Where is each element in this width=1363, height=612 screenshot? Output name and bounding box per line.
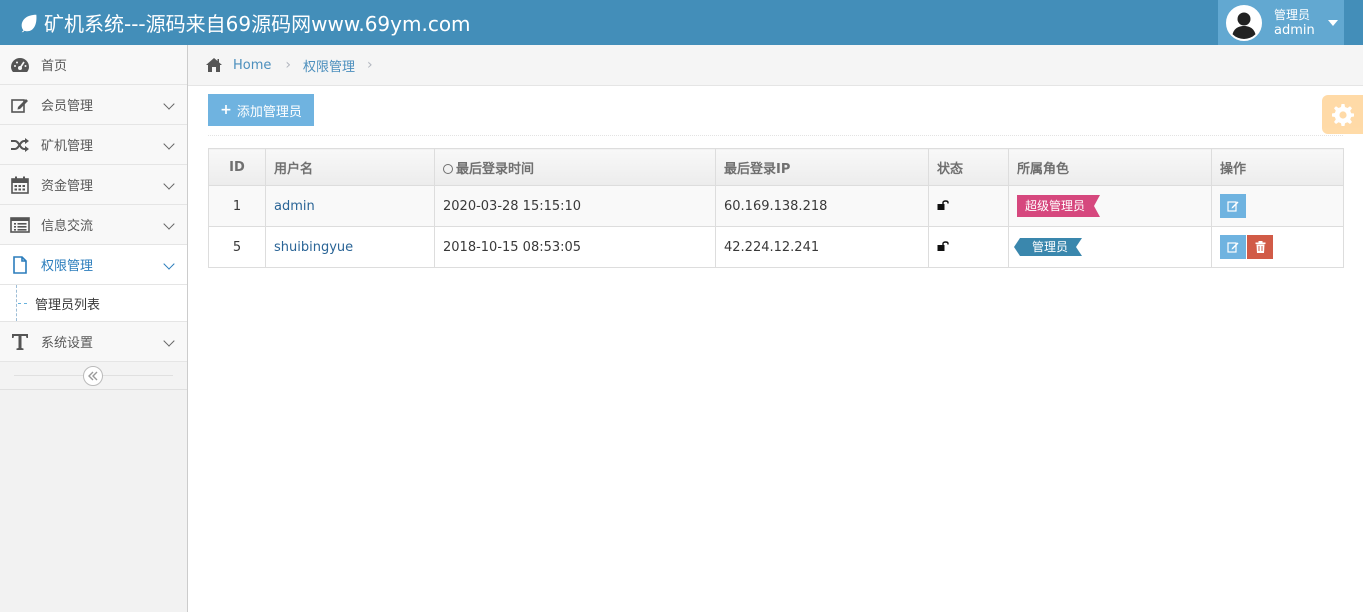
chevron-down-icon bbox=[163, 335, 175, 347]
cell-ip: 42.224.12.241 bbox=[715, 226, 929, 268]
cell-actions bbox=[1211, 185, 1344, 227]
sidebar-collapse-bar bbox=[0, 362, 187, 390]
add-admin-button[interactable]: + 添加管理员 bbox=[208, 94, 314, 126]
tree-branch bbox=[18, 303, 27, 304]
sidebar-item-home[interactable]: 首页 bbox=[0, 45, 187, 85]
user-menu[interactable]: 管理员 admin bbox=[1218, 0, 1344, 45]
sidebar-item-funds[interactable]: 资金管理 bbox=[0, 165, 187, 205]
sidebar-item-permissions[interactable]: 权限管理 bbox=[0, 245, 187, 285]
role-badge-admin: 管理员 bbox=[1013, 238, 1083, 256]
column-header-ip[interactable]: 最后登录IP bbox=[715, 148, 929, 186]
edit-icon bbox=[1227, 201, 1239, 212]
chevron-down-icon bbox=[163, 98, 175, 110]
edit-icon bbox=[1227, 242, 1239, 253]
user-avatar-icon bbox=[1226, 4, 1262, 41]
sidebar-item-members[interactable]: 会员管理 bbox=[0, 85, 187, 125]
list-alt-icon bbox=[10, 215, 30, 235]
user-name: admin bbox=[1274, 22, 1315, 38]
chevron-down-icon bbox=[163, 258, 175, 270]
username-link[interactable]: shuibingyue bbox=[274, 240, 353, 255]
plus-icon: + bbox=[220, 102, 232, 118]
home-icon[interactable] bbox=[205, 57, 223, 73]
table-header-row: ID 用户名 最后登录时间 最后登录IP 状态 所属角色 操作 bbox=[208, 148, 1344, 186]
gear-icon bbox=[1331, 103, 1354, 126]
text-icon bbox=[10, 332, 30, 352]
column-header-last-login-label: 最后登录时间 bbox=[456, 161, 535, 177]
sidebar-item-settings[interactable]: 系统设置 bbox=[0, 322, 187, 362]
cell-role: 超级管理员 bbox=[1008, 185, 1212, 227]
leaf-icon bbox=[21, 14, 37, 32]
sidebar-item-label: 权限管理 bbox=[41, 259, 94, 274]
breadcrumb-separator: › bbox=[285, 57, 291, 73]
chevron-down-icon bbox=[163, 218, 175, 230]
breadcrumb: Home › 权限管理 › bbox=[188, 45, 1363, 86]
caret-down-icon bbox=[1327, 19, 1338, 26]
settings-gear-button[interactable] bbox=[1322, 95, 1363, 134]
calendar-icon bbox=[10, 175, 30, 195]
unlock-icon[interactable] bbox=[937, 199, 949, 210]
column-header-actions: 操作 bbox=[1211, 148, 1344, 186]
cell-id: 5 bbox=[208, 226, 266, 268]
random-icon bbox=[10, 135, 30, 155]
brand[interactable]: 矿机系统---源码来自69源码网www.69ym.com bbox=[18, 0, 471, 45]
double-angle-left-icon[interactable] bbox=[83, 366, 103, 386]
cell-id: 1 bbox=[208, 185, 266, 227]
sidebar-item-messages[interactable]: 信息交流 bbox=[0, 205, 187, 245]
breadcrumb-home[interactable]: Home bbox=[233, 58, 271, 73]
edit-button[interactable] bbox=[1220, 194, 1246, 218]
file-icon bbox=[10, 255, 30, 275]
column-header-role[interactable]: 所属角色 bbox=[1008, 148, 1212, 186]
column-header-status[interactable]: 状态 bbox=[928, 148, 1009, 186]
admin-table: ID 用户名 最后登录时间 最后登录IP 状态 所属角色 操作 1 admin … bbox=[208, 148, 1344, 268]
cell-actions bbox=[1211, 226, 1344, 268]
chevron-down-icon bbox=[163, 178, 175, 190]
cell-status bbox=[928, 226, 1009, 268]
edit-icon bbox=[10, 95, 30, 115]
column-header-last-login[interactable]: 最后登录时间 bbox=[434, 148, 716, 186]
cell-last-login: 2020-03-28 15:15:10 bbox=[434, 185, 716, 227]
sidebar-subitem-label: 管理员列表 bbox=[35, 297, 101, 313]
cell-username: shuibingyue bbox=[265, 226, 435, 268]
table-row: 5 shuibingyue 2018-10-15 08:53:05 42.224… bbox=[208, 226, 1344, 268]
cell-last-login: 2018-10-15 08:53:05 bbox=[434, 226, 716, 268]
table-row: 1 admin 2020-03-28 15:15:10 60.169.138.2… bbox=[208, 185, 1344, 227]
tachometer-icon bbox=[10, 55, 30, 75]
sidebar-item-label: 会员管理 bbox=[41, 99, 94, 114]
user-role: 管理员 bbox=[1274, 7, 1311, 22]
cell-ip: 60.169.138.218 bbox=[715, 185, 929, 227]
sidebar-item-label: 系统设置 bbox=[41, 336, 94, 351]
sidebar-item-label: 矿机管理 bbox=[41, 139, 94, 154]
sidebar-item-miners[interactable]: 矿机管理 bbox=[0, 125, 187, 165]
sidebar-item-label: 信息交流 bbox=[41, 219, 94, 234]
divider bbox=[208, 135, 1343, 136]
top-navbar: 矿机系统---源码来自69源码网www.69ym.com 管理员 admin bbox=[0, 0, 1363, 45]
breadcrumb-separator: › bbox=[367, 57, 373, 73]
sidebar-subitem-admin-list[interactable]: 管理员列表 bbox=[0, 285, 187, 322]
column-header-username[interactable]: 用户名 bbox=[265, 148, 435, 186]
delete-button[interactable] bbox=[1247, 235, 1273, 259]
add-admin-label: 添加管理员 bbox=[236, 104, 302, 120]
sidebar: 首页 会员管理 矿机管理 资金管理 信息交流 权限管理 管理员列表 系统设置 bbox=[0, 45, 188, 612]
chevron-down-icon bbox=[163, 138, 175, 150]
sidebar-item-label: 资金管理 bbox=[41, 179, 94, 194]
cell-role: 管理员 bbox=[1008, 226, 1212, 268]
user-info: 管理员 admin bbox=[1274, 8, 1315, 38]
breadcrumb-current[interactable]: 权限管理 bbox=[303, 56, 355, 75]
tree-line bbox=[16, 285, 17, 321]
clock-icon bbox=[443, 163, 453, 174]
sidebar-item-label: 首页 bbox=[41, 59, 68, 74]
trash-icon bbox=[1255, 241, 1265, 253]
unlock-icon[interactable] bbox=[937, 240, 949, 251]
column-header-id[interactable]: ID bbox=[208, 148, 266, 186]
cell-username: admin bbox=[265, 185, 435, 227]
cell-status bbox=[928, 185, 1009, 227]
username-link[interactable]: admin bbox=[274, 199, 315, 214]
app-title: 矿机系统---源码来自69源码网www.69ym.com bbox=[44, 12, 471, 36]
role-badge-super: 超级管理员 bbox=[1017, 195, 1101, 217]
edit-button[interactable] bbox=[1220, 235, 1246, 259]
